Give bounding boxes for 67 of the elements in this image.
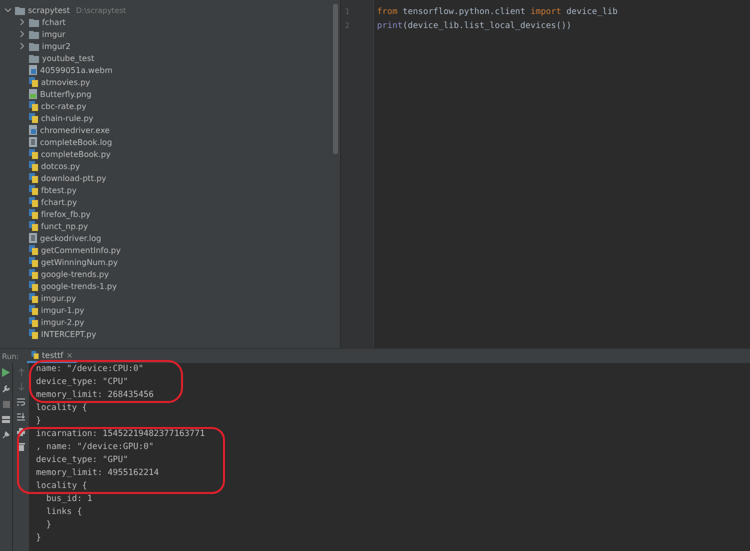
console-line: memory_limit: 268435456 — [36, 390, 155, 401]
file-name[interactable]: imgur-1.py — [41, 306, 84, 314]
scrollbar-thumb[interactable] — [333, 4, 338, 154]
file-name[interactable]: completeBook.log — [40, 138, 112, 146]
folder-name[interactable]: youtube_test — [42, 54, 94, 62]
console-line: incarnation: 15452219482377163771 — [36, 429, 205, 440]
trash-icon[interactable] — [18, 443, 24, 451]
file-name[interactable]: dotcos.py — [41, 162, 80, 170]
console-line: } — [45, 520, 52, 531]
text-file-icon — [29, 233, 37, 243]
file-name[interactable]: funct_np.py — [41, 222, 88, 230]
console-line: name: "/device:CPU:0" — [36, 364, 144, 375]
file-name[interactable]: geckodriver.log — [40, 234, 102, 242]
folder-name[interactable]: scrapytest — [28, 6, 70, 14]
console-line: bus_id: 1 — [45, 494, 94, 505]
run-icon[interactable] — [2, 368, 10, 377]
text-file-icon — [29, 137, 37, 147]
run-tab[interactable]: testtf × — [26, 349, 77, 363]
console-line: links { — [45, 507, 84, 518]
console-line: device_type: "GPU" — [36, 455, 130, 466]
file-name[interactable]: getWinningNum.py — [41, 258, 118, 266]
file-name[interactable]: imgur.py — [41, 294, 76, 302]
code-line: print(device_lib.list_local_devices()) — [377, 20, 572, 33]
pin-icon[interactable] — [2, 431, 10, 439]
file-name[interactable]: completeBook.py — [41, 150, 111, 158]
folder-name[interactable]: imgur — [42, 30, 66, 38]
file-name[interactable]: download-ptt.py — [41, 174, 106, 182]
file-name[interactable]: fchart.py — [41, 198, 77, 206]
console-line: } — [36, 416, 42, 427]
console-line: memory_limit: 4955162214 — [36, 468, 160, 479]
console-line: locality { — [36, 403, 88, 414]
code-line: from tensorflow.python.client import device_lib — [377, 6, 618, 19]
file-icon — [29, 65, 37, 75]
file-icon — [29, 125, 37, 135]
file-name[interactable]: fbtest.py — [41, 186, 77, 194]
folder-name[interactable]: fchart — [42, 18, 66, 26]
chevron-right-icon[interactable] — [19, 19, 25, 25]
file-name[interactable]: getCommentInfo.py — [41, 246, 121, 254]
console-line: } — [36, 533, 42, 544]
python-file-icon — [30, 351, 39, 359]
print-icon[interactable] — [17, 428, 25, 436]
wrap-icon[interactable] — [17, 398, 25, 406]
python-file-icon — [29, 77, 38, 87]
file-name[interactable]: firefox_fb.py — [41, 210, 91, 218]
file-name[interactable]: google-trends-1.py — [41, 282, 117, 290]
stop-icon[interactable] — [2, 401, 10, 408]
wrench-icon[interactable] — [2, 385, 10, 393]
file-name[interactable]: imgur-2.py — [41, 318, 84, 326]
chevron-right-icon[interactable] — [19, 43, 25, 49]
file-name[interactable]: atmovies.py — [41, 78, 90, 86]
file-name[interactable]: 40599051a.webm — [40, 66, 112, 74]
image-file-icon — [29, 89, 37, 99]
scroll-end-icon[interactable] — [17, 413, 25, 421]
file-name[interactable]: google-trends.py — [41, 270, 109, 278]
file-name[interactable]: Butterfly.png — [40, 90, 92, 98]
layout-icon[interactable] — [2, 416, 10, 423]
file-name[interactable]: cbc-rate.py — [41, 102, 86, 110]
file-name[interactable]: chromedriver.exe — [40, 126, 110, 134]
folder-name[interactable]: imgur2 — [42, 42, 71, 50]
chevron-down-icon[interactable] — [5, 7, 11, 13]
console-line: , name: "/device:GPU:0" — [36, 442, 155, 453]
file-name[interactable]: chain-rule.py — [41, 114, 94, 122]
file-name[interactable]: INTERCEPT.py — [41, 330, 96, 338]
console-line: locality { — [36, 481, 88, 492]
console-line: device_type: "CPU" — [36, 377, 130, 388]
close-icon[interactable]: × — [66, 350, 73, 360]
chevron-right-icon[interactable] — [19, 31, 25, 37]
